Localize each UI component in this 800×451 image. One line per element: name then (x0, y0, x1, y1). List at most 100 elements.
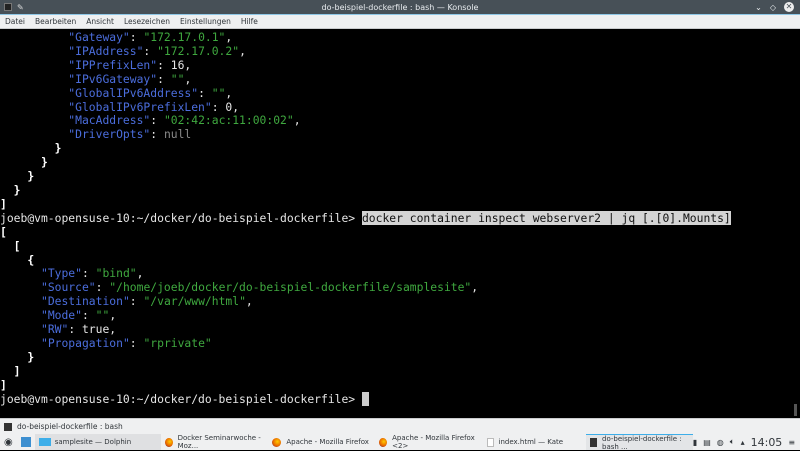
json-string: "rprivate" (143, 335, 212, 350)
plain-text (0, 239, 14, 253)
pager[interactable] (17, 434, 35, 450)
terminal-line: "RW": true, (0, 322, 792, 337)
scrollbar-thumb[interactable] (794, 404, 797, 416)
json-key: "Propagation" (40, 335, 130, 350)
json-string: "" (211, 85, 226, 100)
plain-text: joeb@vm-opensuse-10:~/docker/do-beispiel… (0, 391, 362, 406)
menu-datei[interactable]: Datei (0, 17, 25, 26)
plain-text: , (184, 71, 192, 86)
menu-bar: Datei Bearbeiten Ansicht Lesezeichen Ein… (0, 15, 800, 29)
menu-icon[interactable]: ≡ (788, 438, 795, 447)
plain-text: , (471, 280, 479, 295)
task-label: Apache - Mozilla Firefox <2> (392, 434, 475, 450)
terminal-line: "IPv6Gateway": "", (0, 71, 792, 87)
plain-text: : (198, 85, 212, 100)
json-key: "DriverOpts" (68, 127, 151, 142)
plain-text (0, 308, 41, 322)
terminal-line: ] (0, 196, 792, 212)
plain-text: : (150, 113, 164, 128)
scrollbar[interactable] (792, 30, 800, 418)
menu-lesezeichen[interactable]: Lesezeichen (119, 17, 170, 26)
task-firefox-docker[interactable]: Docker Seminarwoche - Moz... (161, 434, 268, 450)
clock[interactable]: 14:05 (751, 436, 783, 449)
plain-text: : (81, 266, 96, 281)
app-launcher-icon[interactable]: ◉ (0, 434, 17, 450)
terminal-line: } (0, 169, 792, 184)
menu-einstellungen[interactable]: Einstellungen (175, 17, 231, 26)
json-key: "IPPrefixLen" (68, 57, 158, 72)
clipboard-icon[interactable]: ▤ (703, 438, 711, 447)
task-firefox-apache-2[interactable]: Apache - Mozilla Firefox <2> (375, 434, 482, 450)
menu-hilfe[interactable]: Hilfe (236, 17, 258, 26)
firefox-icon (165, 437, 173, 447)
plain-text (0, 183, 14, 197)
minimize-icon[interactable]: ⌄ (755, 3, 762, 12)
terminal-line: "MacAddress": "02:42:ac:11:00:02", (0, 113, 792, 128)
plain-text: : (157, 71, 171, 86)
json-string: "bind" (95, 266, 137, 281)
task-label: Docker Seminarwoche - Moz... (177, 434, 261, 450)
json-string: "" (170, 71, 185, 86)
plain-text: , (136, 266, 144, 281)
json-key: "Source" (40, 280, 96, 295)
json-string: "172.17.0.2" (157, 43, 240, 58)
plain-text (0, 44, 68, 58)
json-key: "Destination" (40, 294, 130, 309)
json-key: "Type" (40, 266, 82, 281)
json-key: "IPAddress" (68, 43, 144, 58)
session-tab[interactable]: do-beispiel-dockerfile : bash (17, 422, 123, 431)
expand-tray-icon[interactable]: ▴ (741, 438, 745, 447)
menu-ansicht[interactable]: Ansicht (81, 17, 114, 26)
maximize-icon[interactable]: ◇ (770, 3, 776, 12)
terminal-line: "Mode": "", (0, 308, 792, 323)
terminal-output[interactable]: "Gateway": "172.17.0.1", "IPAddress": "1… (0, 30, 792, 418)
terminal-line: "GlobalIPv6PrefixLen": 0, (0, 99, 792, 115)
konsole-icon (589, 438, 597, 447)
terminal-line: } (0, 141, 792, 156)
plain-text: : (129, 30, 144, 44)
json-bracket: [ (0, 224, 7, 239)
json-key: "MacAddress" (68, 113, 151, 128)
json-bracket: ] (0, 196, 7, 211)
json-bracket: ] (0, 377, 7, 392)
window-title: do-beispiel-dockerfile : bash — Konsole (321, 2, 479, 12)
terminal-line: "Source": "/home/joeb/docker/do-beispiel… (0, 280, 792, 295)
title-bar[interactable]: ✎ do-beispiel-dockerfile : bash — Konsol… (0, 0, 800, 15)
plain-text: : 0, (211, 99, 240, 114)
plain-text (0, 253, 27, 267)
json-bracket: } (54, 141, 62, 156)
document-icon (486, 437, 494, 447)
network-icon[interactable]: ◍ (717, 438, 724, 447)
json-bracket: } (40, 155, 48, 170)
plain-text: , (239, 43, 246, 58)
close-icon[interactable]: ✕ (784, 2, 794, 12)
json-key: "GlobalIPv6Address" (68, 85, 199, 100)
volume-icon[interactable]: 🔈︎ (730, 437, 735, 447)
terminal-line: "Destination": "/var/www/html", (0, 294, 792, 309)
json-string: "/var/www/html" (143, 294, 246, 309)
plain-text (0, 364, 14, 378)
json-key: "Mode" (40, 308, 82, 323)
terminal-line: { (0, 253, 792, 268)
device-icon[interactable]: ▮ (693, 438, 697, 447)
plain-text (0, 113, 68, 127)
task-label: samplesite — Dolphin (54, 438, 132, 446)
selected-command: docker container inspect webserver2 | jq… (361, 210, 731, 225)
task-kate[interactable]: index.html — Kate (483, 434, 586, 450)
session-tab-bar: do-beispiel-dockerfile : bash (0, 418, 800, 434)
plain-text (0, 58, 68, 72)
plain-text: : true, (68, 322, 117, 337)
task-firefox-apache[interactable]: Apache - Mozilla Firefox (268, 434, 375, 450)
task-konsole[interactable]: do-beispiel-dockerfile : bash ... (585, 434, 693, 451)
plain-text: : 16, (157, 57, 192, 72)
task-dolphin[interactable]: samplesite — Dolphin (34, 434, 162, 450)
plain-text: joeb@vm-opensuse-10:~/docker/do-beispiel… (0, 210, 362, 225)
plain-text (0, 72, 68, 86)
plain-text (0, 294, 41, 308)
plain-text (0, 280, 41, 294)
terminal-line: "Propagation": "rprivate" (0, 335, 792, 351)
menu-bearbeiten[interactable]: Bearbeiten (30, 17, 76, 26)
folder-icon (38, 438, 51, 446)
json-key: "GlobalIPv6PrefixLen" (68, 99, 212, 114)
terminal-line: ] (0, 377, 792, 393)
